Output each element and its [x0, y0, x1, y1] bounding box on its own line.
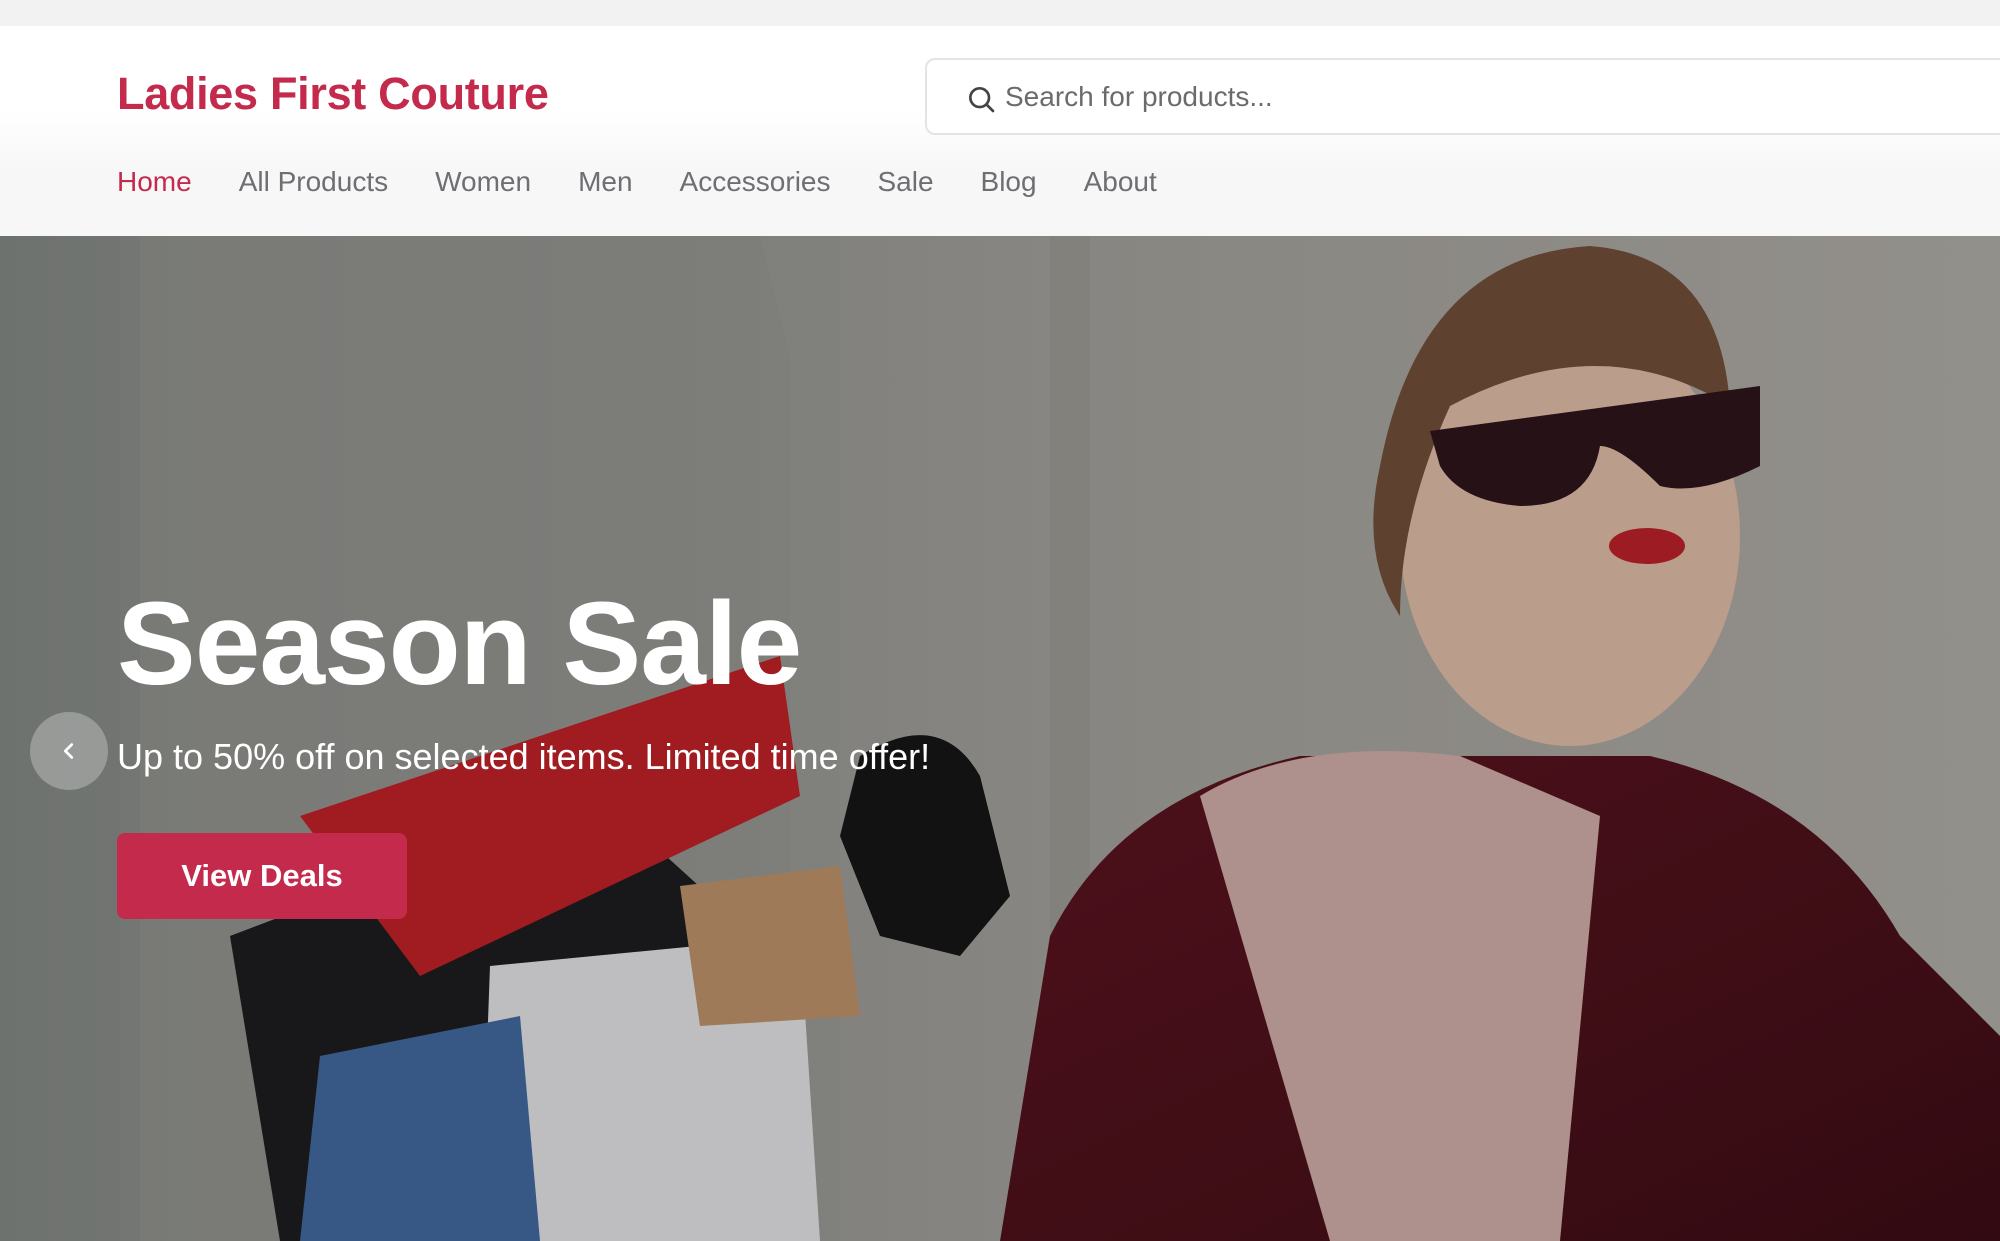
- search-input[interactable]: [1005, 72, 1905, 122]
- nav-item-blog[interactable]: Blog: [981, 166, 1037, 198]
- main-nav: Home All Products Women Men Accessories …: [117, 166, 1204, 198]
- site-header: Ladies First Couture Home All Products W…: [0, 26, 2000, 236]
- nav-item-home[interactable]: Home: [117, 166, 192, 198]
- hero-subtitle: Up to 50% off on selected items. Limited…: [117, 736, 931, 777]
- view-deals-button[interactable]: View Deals: [117, 833, 407, 919]
- nav-item-about[interactable]: About: [1084, 166, 1157, 198]
- nav-item-accessories[interactable]: Accessories: [680, 166, 831, 198]
- chevron-left-icon: [63, 743, 74, 759]
- hero-banner: Season Sale Up to 50% off on selected it…: [0, 236, 2000, 1241]
- search-box[interactable]: [925, 58, 2000, 135]
- carousel-prev-button[interactable]: [30, 712, 108, 790]
- top-strip: [0, 0, 2000, 26]
- nav-item-sale[interactable]: Sale: [877, 166, 933, 198]
- search-icon: [969, 87, 995, 113]
- nav-item-all-products[interactable]: All Products: [239, 166, 388, 198]
- site-logo[interactable]: Ladies First Couture: [117, 68, 549, 120]
- nav-item-men[interactable]: Men: [578, 166, 632, 198]
- hero-title: Season Sale: [117, 578, 802, 710]
- nav-item-women[interactable]: Women: [435, 166, 531, 198]
